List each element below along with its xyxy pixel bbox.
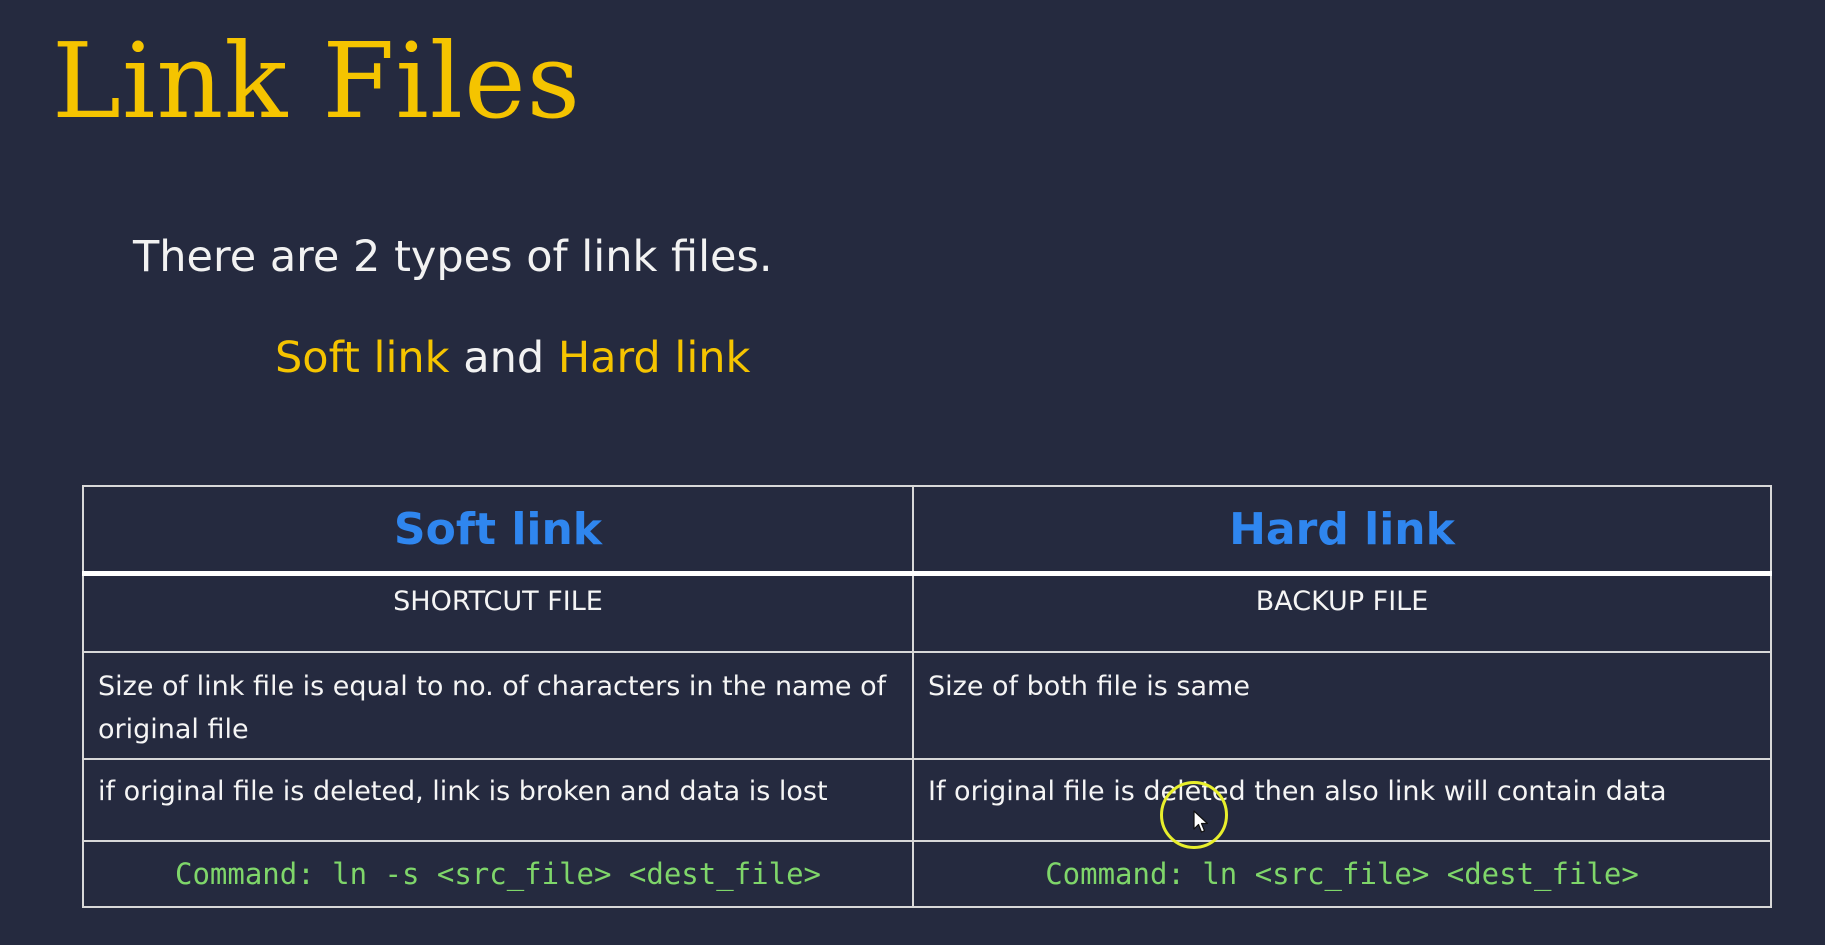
hard-link-command-cell: Command: ln <src_file> <dest_file> <box>912 839 1772 908</box>
soft-link-delete-cell: if original file is deleted, link is bro… <box>82 757 914 842</box>
comparison-table: Soft link Hard link SHORTCUT FILE BACKUP… <box>82 485 1772 908</box>
hard-link-size-cell: Size of both file is same <box>912 650 1772 760</box>
table-row: Size of link file is equal to no. of cha… <box>82 650 1772 760</box>
hard-link-kind-cell: BACKUP FILE <box>912 572 1772 653</box>
link-types-line: Soft link and Hard link <box>275 333 750 383</box>
header-hard-link: Hard link <box>912 485 1772 576</box>
table-row: if original file is deleted, link is bro… <box>82 757 1772 842</box>
soft-link-label: Soft link <box>275 333 450 383</box>
conjunction-text: and <box>449 333 558 383</box>
intro-text: There are 2 types of link files. <box>133 232 773 282</box>
table-row: SHORTCUT FILE BACKUP FILE <box>82 572 1772 653</box>
soft-link-command-cell: Command: ln -s <src_file> <dest_file> <box>82 839 914 908</box>
soft-link-kind-cell: SHORTCUT FILE <box>82 572 914 653</box>
header-soft-link: Soft link <box>82 485 914 576</box>
table-header-row: Soft link Hard link <box>82 485 1772 576</box>
hard-link-label: Hard link <box>557 333 751 383</box>
table-row: Command: ln -s <src_file> <dest_file> Co… <box>82 839 1772 908</box>
slide-title: Link Files <box>52 20 581 142</box>
hard-link-delete-cell: If original file is deleted then also li… <box>912 757 1772 842</box>
soft-link-size-cell: Size of link file is equal to no. of cha… <box>82 650 914 760</box>
